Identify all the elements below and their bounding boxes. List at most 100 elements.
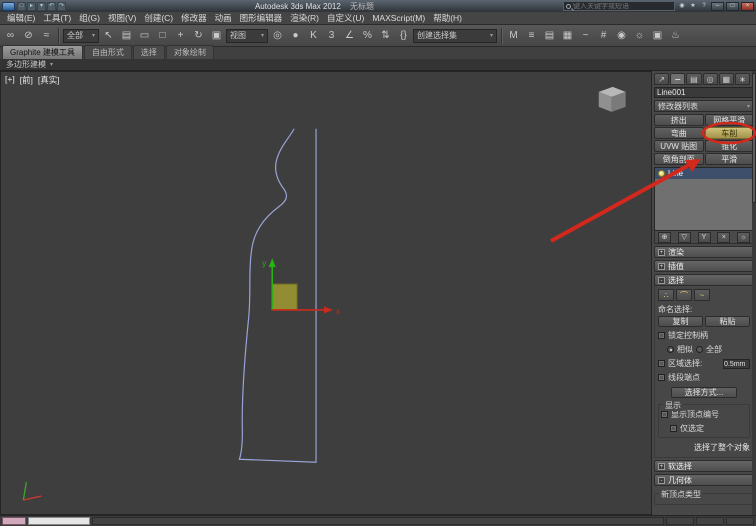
modifier-list-dropdown[interactable]: 修改器列表 ▾ <box>654 100 754 112</box>
menu-item[interactable]: 渲染(R) <box>286 12 323 24</box>
rendered-frame-window-icon[interactable]: ▣ <box>649 27 666 45</box>
show-end-result-icon[interactable]: ▽ <box>677 231 691 243</box>
angle-snap-icon[interactable]: ∠ <box>341 27 358 45</box>
menu-item[interactable]: 自定义(U) <box>323 12 368 24</box>
select-by-name-icon[interactable]: ▤ <box>118 27 135 45</box>
rollout-render[interactable]: + 渲染 <box>654 246 754 258</box>
maxscript-mini-listener[interactable] <box>28 517 90 525</box>
lock-handles-checkbox[interactable] <box>658 332 665 339</box>
remove-modifier-icon[interactable]: × <box>717 231 731 243</box>
rollout-interpolation[interactable]: + 插值 <box>654 260 754 272</box>
menu-item[interactable]: 修改器 <box>177 12 211 24</box>
save-file-icon[interactable]: ▾ <box>37 1 46 11</box>
use-pivot-point-center-icon[interactable]: ◎ <box>269 27 286 45</box>
selected-only-checkbox[interactable] <box>670 425 677 432</box>
snaps-toggle-3d-icon[interactable]: 3 <box>323 27 340 45</box>
all-radio[interactable] <box>696 346 703 353</box>
reference-coordinate-dropdown[interactable]: 视图 ▾ <box>226 28 268 43</box>
modifier-stack-item[interactable]: Line <box>655 168 753 179</box>
segment-end-checkbox[interactable] <box>658 374 665 381</box>
search-input[interactable] <box>573 2 672 10</box>
mirror-icon[interactable]: M <box>505 27 522 45</box>
application-menu-button[interactable] <box>2 1 15 11</box>
keyboard-shortcut-override-icon[interactable]: K <box>305 27 322 45</box>
communication-center-icon[interactable]: ◉ <box>677 2 687 11</box>
viewport-canvas[interactable]: x y <box>1 72 651 514</box>
modifier-button[interactable]: 锥化 <box>704 140 754 152</box>
utilities-tab-icon[interactable]: ∗ <box>734 73 751 85</box>
area-selection-checkbox[interactable] <box>658 360 665 367</box>
paste-button[interactable]: 粘贴 <box>705 316 750 327</box>
spinner-snap-icon[interactable]: ⇅ <box>377 27 394 45</box>
modifier-button[interactable]: 平滑 <box>704 153 754 165</box>
menu-item[interactable]: 创建(C) <box>140 12 177 24</box>
rollout-geometry[interactable]: - 几何体 <box>654 474 754 486</box>
display-tab-icon[interactable]: ▦ <box>718 73 734 85</box>
menu-item[interactable]: 动画 <box>211 12 236 24</box>
new-scene-icon[interactable]: □ <box>17 1 26 11</box>
select-by-button[interactable]: 选择方式... <box>671 387 737 398</box>
menu-item[interactable]: 工具(T) <box>39 12 75 24</box>
render-setup-icon[interactable]: ☼ <box>631 27 648 45</box>
modifier-button[interactable]: UVW 贴图 <box>654 140 704 152</box>
ribbon-tab[interactable]: 自由形式 <box>83 45 132 59</box>
gizmo-xy-plane-handle[interactable] <box>271 283 298 311</box>
close-button[interactable]: × <box>741 1 754 11</box>
undo-icon[interactable]: ↶ <box>47 1 56 11</box>
select-and-scale-icon[interactable]: ▣ <box>208 27 225 45</box>
object-name-field[interactable] <box>654 87 756 98</box>
viewport-view-menu[interactable]: [前] <box>20 74 33 86</box>
maxscript-macro-recorder[interactable] <box>2 517 26 525</box>
open-file-icon[interactable]: ▸ <box>27 1 36 11</box>
panel-scrollbar[interactable] <box>752 71 756 515</box>
favorites-star-icon[interactable]: ★ <box>688 2 698 11</box>
viewport-shading-menu[interactable]: [真实] <box>38 74 60 86</box>
menu-item[interactable]: 图形编辑器 <box>236 12 287 24</box>
select-and-manipulate-icon[interactable]: ● <box>287 27 304 45</box>
modifier-button[interactable]: 弯曲 <box>654 127 704 139</box>
select-and-rotate-icon[interactable]: ↻ <box>190 27 207 45</box>
menu-item[interactable]: 组(G) <box>75 12 104 24</box>
modifier-button[interactable]: 车削 <box>704 127 754 139</box>
hierarchy-tab-icon[interactable]: ▤ <box>686 73 702 85</box>
select-and-move-icon[interactable]: + <box>172 27 189 45</box>
configure-modifier-sets-icon[interactable]: ☼ <box>737 231 750 243</box>
unlink-selection-icon[interactable]: ⊘ <box>20 27 37 45</box>
rollout-selection[interactable]: - 选择 <box>654 274 754 286</box>
align-icon[interactable]: ≡ <box>523 27 540 45</box>
curve-editor-icon[interactable]: ~ <box>577 27 594 45</box>
transform-gizmo[interactable]: x y <box>262 258 340 316</box>
viewcube[interactable] <box>598 86 626 112</box>
modify-tab-icon[interactable]: ∽ <box>670 73 686 85</box>
create-tab-icon[interactable]: ↗ <box>654 73 670 85</box>
pin-stack-icon[interactable]: ⊕ <box>658 231 671 243</box>
ribbon-tab[interactable]: Graphite 建模工具 <box>2 45 83 59</box>
modifier-button[interactable]: 挤出 <box>654 114 704 126</box>
panel-scrollbar-thumb[interactable] <box>752 73 756 203</box>
help-icon[interactable]: ? <box>699 2 709 11</box>
select-object-icon[interactable]: ↖ <box>100 27 117 45</box>
make-unique-icon[interactable]: Y <box>697 231 711 243</box>
spline-subobject-icon[interactable]: ~ <box>694 289 710 301</box>
render-production-icon[interactable]: ♨ <box>667 27 684 45</box>
show-vertex-numbers-checkbox[interactable] <box>661 411 668 418</box>
maximize-button[interactable]: □ <box>726 1 739 11</box>
vertex-subobject-icon[interactable]: ∴ <box>658 289 674 301</box>
minimize-button[interactable]: – <box>711 1 724 11</box>
edit-named-selection-sets-icon[interactable]: {} <box>395 27 412 45</box>
lightbulb-icon[interactable] <box>658 170 665 177</box>
select-and-link-icon[interactable]: ∞ <box>2 27 19 45</box>
similar-radio[interactable] <box>667 346 674 353</box>
selection-filter-dropdown[interactable]: 全部 ▾ <box>63 28 99 43</box>
segment-subobject-icon[interactable]: ⌒ <box>676 289 692 301</box>
modifier-button[interactable]: 倒角剖面 <box>654 153 704 165</box>
bind-to-space-warp-icon[interactable]: ≈ <box>38 27 55 45</box>
material-editor-icon[interactable]: ◉ <box>613 27 630 45</box>
ribbon-tab[interactable]: 对象绘制 <box>165 45 214 59</box>
front-viewport[interactable]: [+] [前] [真实] x y <box>0 71 652 515</box>
menu-item[interactable]: 帮助(H) <box>429 12 466 24</box>
graphite-ribbon-toggle-icon[interactable]: ▦ <box>559 27 576 45</box>
layer-manager-icon[interactable]: ▤ <box>541 27 558 45</box>
area-threshold-field[interactable]: 0.5mm <box>723 358 750 369</box>
copy-button[interactable]: 复制 <box>658 316 703 327</box>
